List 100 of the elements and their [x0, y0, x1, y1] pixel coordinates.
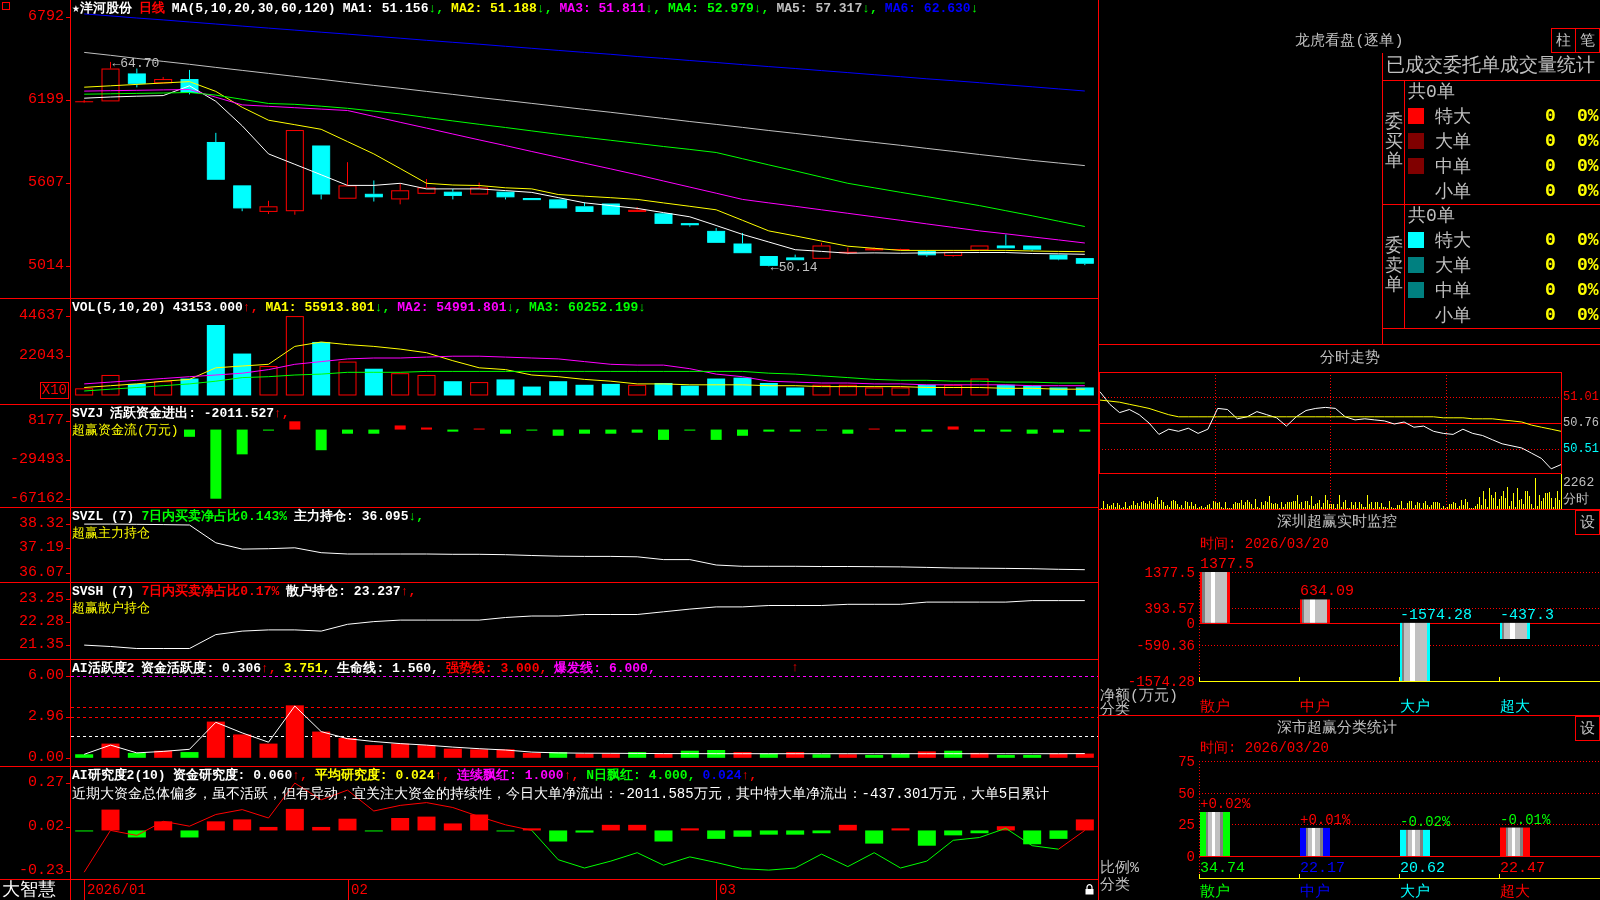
axis-tick-label: 0 — [1186, 849, 1195, 865]
order-share: 0% — [1577, 279, 1599, 300]
order-type: 特大 — [1435, 105, 1471, 128]
date-label: 03 — [719, 882, 736, 898]
axis-title: 分类 — [1100, 877, 1130, 894]
legend-label: MA3: 60252.199↓ — [529, 300, 647, 316]
axis-tick-label: 22.28 — [19, 613, 64, 632]
axis-tick-label: 6.00 — [28, 666, 64, 685]
legend-label: 爆发线: 6.000, — [554, 661, 656, 677]
group-label: 委卖单 — [1384, 236, 1403, 297]
panel-title: 深市超赢分类统计 — [1277, 719, 1397, 738]
legend-label: MA1: 55913.801↓, — [265, 300, 391, 316]
legend-label: MA2: 54991.801↓, — [397, 300, 523, 316]
order-type: 中单 — [1435, 155, 1471, 178]
date-label: 02 — [351, 882, 368, 898]
category-label: 中户 — [1300, 884, 1330, 900]
legend-label: MA5: 57.317↓, — [776, 1, 878, 17]
order-share: 0% — [1577, 180, 1599, 201]
legend-label: SVZL (7) — [72, 509, 135, 525]
legend-label: 7日内买卖净占比0.143% — [141, 509, 288, 525]
axis-tick-label: 22043 — [19, 347, 64, 366]
order-count: 0 — [1545, 155, 1556, 176]
axis-tick-label: 44637 — [19, 306, 64, 325]
order-share: 0% — [1577, 130, 1599, 151]
legend-label: VOL(5,10,20) — [72, 300, 166, 316]
legend-label: 连续飘红: 1.000↑, — [457, 768, 580, 784]
order-type: 特大 — [1435, 229, 1471, 252]
value-label: 634.09 — [1300, 583, 1354, 601]
date-label: 2026/01 — [87, 882, 146, 898]
category-label: 中户 — [1300, 699, 1330, 715]
legend-label: 主力持仓: 36.095↓, — [294, 509, 425, 525]
axis-tick-label: 1377.5 — [1144, 565, 1195, 581]
axis-tick-label: 50.51 — [1563, 442, 1599, 456]
axis-tick-label: 50 — [1178, 785, 1195, 802]
legend-label: 生命线: 1.560, — [337, 661, 439, 677]
axis-tick-label: 36.07 — [19, 563, 64, 582]
axis-tick-label: 8177 — [28, 412, 64, 431]
value-label: 22.47 — [1500, 860, 1545, 877]
legend-label: MA2: 51.188↓, — [451, 1, 553, 17]
order-share: 0% — [1577, 155, 1599, 176]
order-count: 0 — [1545, 304, 1556, 325]
order-type: 小单 — [1435, 180, 1471, 203]
indicator-title: 超赢散户持仓 — [72, 600, 150, 617]
legend-label: N日飘红: 4.000, — [586, 768, 696, 784]
unit-badge: X10 — [39, 382, 69, 399]
axis-tick-label: 50.76 — [1563, 416, 1599, 430]
category-label: 超大 — [1500, 884, 1530, 900]
value-label: 22.17 — [1300, 860, 1345, 877]
change-label: -0.01% — [1500, 811, 1551, 828]
order-share: 0% — [1577, 105, 1599, 126]
legend-label: 散户持仓: 23.237↑, — [286, 584, 417, 600]
axis-tick-label: -0.23 — [19, 861, 64, 880]
axis-tick-label: 21.35 — [19, 636, 64, 655]
legend-label: MA6: 62.630↓ — [884, 1, 979, 17]
value-label: 1377.5 — [1200, 556, 1254, 573]
axis-tick-label: 75 — [1178, 755, 1195, 770]
axis-tick-label: 5607 — [28, 174, 64, 193]
legend-label: 活跃资金进出: -2011.527↑, — [110, 406, 290, 422]
indicator-title: 超赢主力持仓 — [72, 525, 150, 542]
legend-label: ★洋河股份 — [72, 1, 132, 17]
legend-label: SVSH (7) — [72, 584, 135, 600]
legend-label: MA(5,10,20,30,60,120) — [171, 1, 336, 17]
legend-label: AI研究度2(10) — [72, 768, 166, 784]
order-count: 0 — [1545, 105, 1556, 126]
axis-tick-label: 393.57 — [1144, 601, 1195, 618]
axis-tick-label: 0.27 — [28, 774, 64, 793]
volume-label: 分时 — [1562, 491, 1589, 508]
axis-tick-label: 37.19 — [19, 539, 64, 558]
order-total: 共0单 — [1407, 205, 1455, 227]
order-count: 0 — [1545, 180, 1556, 201]
order-type: 大单 — [1435, 130, 1471, 153]
axis-tick-label: 0.02 — [28, 817, 64, 836]
price-label: ←64.70 — [112, 55, 160, 71]
brand-label: 大智慧 — [1, 880, 56, 900]
value-label: -437.3 — [1500, 606, 1554, 624]
table-title: 已成交委托单成交量统计 — [1383, 53, 1600, 81]
order-share: 0% — [1577, 254, 1599, 275]
axis-title: 比例% — [1100, 860, 1139, 877]
order-type: 小单 — [1435, 304, 1471, 327]
order-count: 0 — [1545, 279, 1556, 300]
category-label: 大户 — [1400, 699, 1430, 715]
legend-label: MA1: 51.156↓, — [342, 1, 445, 17]
axis-tick-label: 5014 — [28, 257, 64, 276]
axis-tick-label: 51.01 — [1563, 389, 1599, 404]
axis-tick-label: 23.25 — [19, 589, 64, 608]
axis-tick-label: 6792 — [28, 7, 64, 26]
panel-title: 龙虎看盘(逐单) — [1295, 33, 1404, 51]
signal-arrow: ↑ — [791, 660, 799, 676]
order-type: 大单 — [1435, 254, 1471, 277]
axis-tick-label: -67162 — [10, 489, 64, 508]
change-label: +0.01% — [1300, 811, 1351, 828]
axis-tick-label: 38.32 — [19, 515, 64, 534]
category-label: 大户 — [1400, 884, 1430, 900]
panel-title: 深圳超赢实时监控 — [1277, 513, 1397, 532]
order-count: 0 — [1545, 229, 1556, 250]
legend-label: 资金活跃度: 0.306↑, — [141, 661, 277, 677]
legend-label: 强势线: 3.000, — [445, 661, 548, 677]
legend-label: SVZJ — [72, 406, 104, 422]
order-total: 共0单 — [1407, 81, 1455, 103]
category-label: 超大 — [1500, 699, 1530, 715]
